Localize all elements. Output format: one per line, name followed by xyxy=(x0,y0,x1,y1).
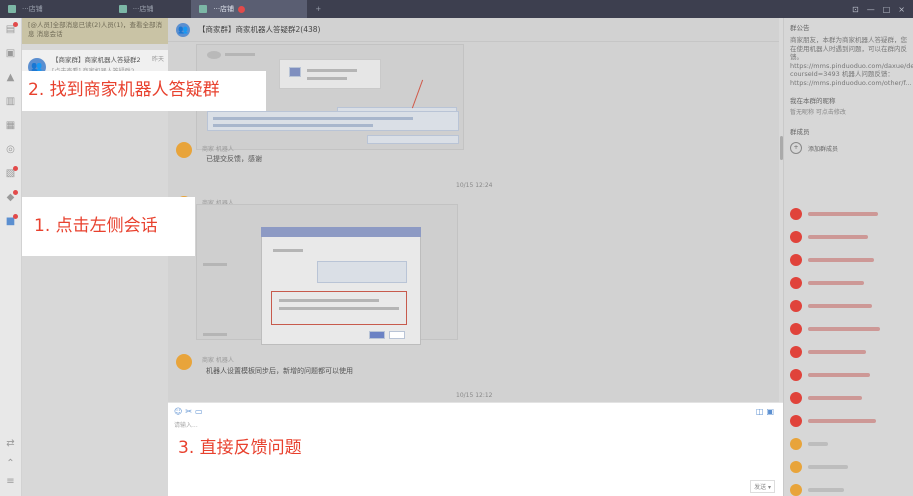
message-sender: 商家 机器人 xyxy=(202,146,234,153)
close-icon[interactable]: × xyxy=(898,5,905,14)
menu-icon[interactable]: ≡ xyxy=(5,476,16,487)
message-image-2[interactable] xyxy=(196,204,458,345)
history-icon[interactable]: ◫ xyxy=(756,407,767,416)
avatar xyxy=(790,231,802,243)
emoji-icon[interactable]: ☺ xyxy=(174,407,185,416)
nickname-title: 我在本群的昵称 xyxy=(790,97,836,105)
unread-badge xyxy=(13,166,18,171)
unread-badge xyxy=(13,214,18,219)
unread-badge xyxy=(13,22,18,27)
avatar xyxy=(790,369,802,381)
step1-callout: 1. 点击左侧会话 xyxy=(22,197,195,256)
member-item[interactable] xyxy=(790,277,900,289)
member-item[interactable] xyxy=(790,300,900,312)
member-item[interactable] xyxy=(790,369,900,381)
conversation-name: 【商家群】商家机器人答疑群2 xyxy=(52,56,141,64)
conversation-time: 昨天 xyxy=(151,56,164,63)
shop-tab-label: ···店铺 xyxy=(22,5,43,13)
orders-icon[interactable]: ▣ xyxy=(5,48,16,59)
member-item[interactable] xyxy=(790,438,900,450)
step3-callout: 3. 直接反馈问题 xyxy=(178,438,302,458)
shop-icon xyxy=(8,5,16,13)
settings-icon[interactable]: ◎ xyxy=(5,144,16,155)
shop-tab-label: ···店铺 xyxy=(213,5,235,13)
message-input-area[interactable]: ☺✂▭ ◫▣ 请输入... 3. 直接反馈问题 发送 ▾ xyxy=(168,402,783,496)
top-tab-bar: ···店铺 ···店铺 ···店铺 + ⊡ — □ × xyxy=(0,0,913,18)
group-info-panel: 群公告 商家朋友，本群为商家机器人答疑群，您在使用机器人时遇到问题，可以在群内反… xyxy=(780,18,913,496)
message-time: 10/15 12:12 xyxy=(456,392,493,399)
send-button[interactable]: 发送 ▾ xyxy=(750,480,775,493)
member-item[interactable] xyxy=(790,208,900,220)
message-text[interactable]: 已提交反馈，感谢 xyxy=(206,154,262,164)
left-icon-rail: ▤ ▣ ▲ ▥ ▦ ◎ ▧ ◆ ■ ⇄ ⌃ ≡ xyxy=(0,18,22,496)
avatar xyxy=(790,277,802,289)
members-title: 群成员 xyxy=(790,128,810,136)
unread-notice[interactable]: [@人员]全部消息已读(2)人员(1)，查看全部消息 消息会话 xyxy=(22,18,168,44)
scrollbar[interactable] xyxy=(780,136,783,160)
shop-tab-3[interactable]: ···店铺 xyxy=(191,0,308,18)
chat-title: 【商家群】商家机器人答疑群2(438) xyxy=(198,25,321,34)
avatar xyxy=(790,392,802,404)
member-item[interactable] xyxy=(790,484,900,496)
unread-badge xyxy=(238,5,246,13)
avatar xyxy=(790,208,802,220)
shop-icon xyxy=(199,5,208,13)
red-arrow-mark xyxy=(411,79,424,109)
minimize-icon[interactable]: — xyxy=(867,5,875,14)
add-member-label: 添加群成员 xyxy=(808,145,839,153)
add-tab-button[interactable]: + xyxy=(307,0,329,18)
message-sender: 商家 机器人 xyxy=(202,357,234,364)
member-item[interactable] xyxy=(790,323,900,335)
folder-icon[interactable]: ▭ xyxy=(195,407,206,416)
unread-badge xyxy=(13,190,18,195)
transfer-icon[interactable]: ⇄ xyxy=(5,438,16,449)
goods-icon[interactable]: ▲ xyxy=(5,72,16,83)
avatar xyxy=(790,461,802,473)
user-avatar xyxy=(176,354,192,370)
group-avatar-icon: 👥 xyxy=(176,22,190,37)
avatar xyxy=(790,300,802,312)
window-controls: ⊡ — □ × xyxy=(852,5,913,14)
shop-tab-label: ···店铺 xyxy=(132,5,154,13)
member-item[interactable] xyxy=(790,415,900,427)
step2-callout: 2. 找到商家机器人答疑群 xyxy=(22,71,266,111)
input-placeholder[interactable]: 请输入... xyxy=(174,420,198,429)
member-item[interactable] xyxy=(790,231,900,243)
avatar xyxy=(790,415,802,427)
shop-tab-2[interactable]: ···店铺 xyxy=(111,0,162,18)
member-item[interactable] xyxy=(790,461,900,473)
member-item[interactable] xyxy=(790,346,900,358)
member-item[interactable] xyxy=(790,392,900,404)
apps-icon[interactable]: ▦ xyxy=(5,120,16,131)
scissors-icon[interactable]: ✂ xyxy=(185,407,195,416)
pin-icon[interactable]: ⊡ xyxy=(852,5,859,14)
nickname-value[interactable]: 暂无昵称 可点击修改 xyxy=(790,107,907,116)
expand-icon[interactable]: ▣ xyxy=(766,407,777,416)
maximize-icon[interactable]: □ xyxy=(883,5,891,14)
avatar xyxy=(790,346,802,358)
shop-tab-1[interactable]: ···店铺 xyxy=(0,0,51,18)
stats-icon[interactable]: ▥ xyxy=(5,96,16,107)
chat-header: 👥 【商家群】商家机器人答疑群2(438) xyxy=(168,18,779,42)
plus-icon: + xyxy=(790,142,802,154)
message-time: 10/15 12:24 xyxy=(456,182,493,189)
message-text[interactable]: 机器人设置模板同步后，新增的问题都可以使用 xyxy=(206,366,353,376)
add-member-button[interactable]: + 添加群成员 xyxy=(790,142,907,154)
avatar xyxy=(790,323,802,335)
input-right-toolbar: ◫▣ xyxy=(756,407,777,416)
avatar xyxy=(790,484,802,496)
announcement-title: 群公告 xyxy=(790,24,810,32)
announcement-text: 商家朋友，本群为商家机器人答疑群，您在使用机器人时遇到问题，可以在群内反馈。ht… xyxy=(790,36,913,87)
input-toolbar: ☺✂▭ xyxy=(174,407,206,416)
shop-icon xyxy=(118,5,127,13)
user-avatar xyxy=(176,142,192,158)
avatar xyxy=(790,438,802,450)
member-item[interactable] xyxy=(790,254,900,266)
avatar xyxy=(790,254,802,266)
collapse-icon[interactable]: ⌃ xyxy=(5,458,16,469)
